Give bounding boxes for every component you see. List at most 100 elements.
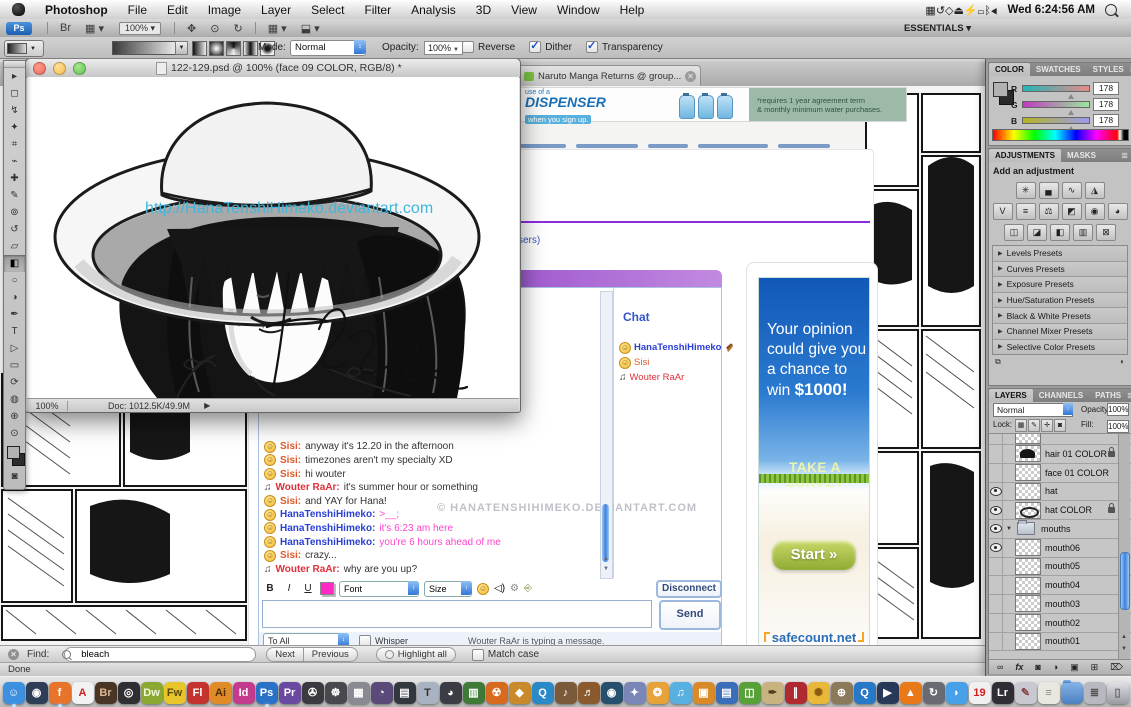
quick-mask-button[interactable]: ◙: [4, 468, 25, 485]
layer-row-mouth06[interactable]: mouth06: [989, 539, 1131, 558]
color-tab-swatches[interactable]: SWATCHES: [1030, 63, 1087, 76]
visibility-cell[interactable]: [989, 539, 1003, 557]
menu-3d[interactable]: 3D: [466, 3, 501, 17]
color-tab-color[interactable]: COLOR: [989, 63, 1030, 76]
layer-thumbnail[interactable]: [1015, 595, 1041, 612]
visibility-cell[interactable]: [989, 483, 1003, 501]
layers-tab-paths[interactable]: PATHS: [1089, 389, 1127, 402]
visibility-cell[interactable]: [989, 445, 1003, 463]
scroll-down-icon[interactable]: ▼: [1121, 646, 1127, 652]
type-tool[interactable]: T: [4, 323, 25, 340]
exit-room-icon[interactable]: ⎆: [524, 583, 532, 594]
layer-row-mouth04[interactable]: mouth04: [989, 576, 1131, 595]
brush-tool[interactable]: ✎: [4, 187, 25, 204]
layer-opacity-value[interactable]: 100%: [1107, 403, 1129, 416]
menu-view[interactable]: View: [501, 3, 547, 17]
arrange-documents-icon[interactable]: ▦ ▾: [268, 22, 287, 35]
find-previous-button[interactable]: Previous: [304, 647, 358, 662]
add-mask-icon[interactable]: ◙: [1035, 662, 1040, 672]
dock-sync-app[interactable]: ↻: [923, 682, 945, 704]
new-group-icon[interactable]: ▣: [1070, 662, 1079, 673]
nav-link[interactable]: [576, 144, 638, 148]
dock-vlc[interactable]: ▲: [900, 682, 922, 704]
chat-user-wouter-raar[interactable]: ♫Wouter RaAr: [619, 370, 735, 385]
zoom-level-select[interactable]: 100% ▾: [119, 22, 161, 35]
move-tool[interactable]: ▸: [4, 68, 25, 85]
dock-finder[interactable]: ☺: [3, 682, 25, 704]
channel-slider[interactable]: [1022, 101, 1090, 108]
dock-illustrator[interactable]: Ai: [210, 682, 232, 704]
menu-help[interactable]: Help: [610, 3, 655, 17]
dock-photoshop[interactable]: Ps: [256, 682, 278, 704]
send-button[interactable]: Send: [659, 600, 721, 630]
menu-window[interactable]: Window: [547, 3, 610, 17]
chat-user-sisi[interactable]: ☺Sisi: [619, 355, 735, 370]
dock-pages[interactable]: ✒: [762, 682, 784, 704]
dock-itunes[interactable]: ♫: [670, 682, 692, 704]
gradient-tool[interactable]: ◧: [4, 255, 25, 272]
hand-tool-icon[interactable]: ✥: [187, 22, 196, 35]
layer-row-hat[interactable]: hat: [989, 483, 1131, 502]
lasso-tool[interactable]: ↯: [4, 102, 25, 119]
brightness-contrast-icon[interactable]: ✳: [1016, 182, 1036, 199]
disconnect-button[interactable]: Disconnect: [656, 580, 722, 598]
gradient-preview[interactable]: [112, 41, 176, 55]
layers-tab-layers[interactable]: LAYERS: [989, 389, 1033, 402]
menu-image[interactable]: Image: [198, 3, 251, 17]
match-case-checkbox[interactable]: Match case: [472, 649, 539, 661]
channel-mixer-icon[interactable]: ◕: [1108, 203, 1128, 220]
dock-indesign[interactable]: Id: [233, 682, 255, 704]
visibility-cell[interactable]: [989, 633, 1003, 651]
eject-icon[interactable]: ⏏: [954, 5, 964, 17]
3d-rotate-tool[interactable]: ⟳: [4, 374, 25, 391]
dock-utility-app[interactable]: ◆: [509, 682, 531, 704]
radial-gradient-button[interactable]: [209, 41, 224, 56]
dock-keynote[interactable]: ▤: [716, 682, 738, 704]
browser-tab[interactable]: Naruto Manga Returns @ group... ✕: [515, 65, 701, 87]
channel-value[interactable]: 178: [1093, 98, 1119, 111]
dock-numbers[interactable]: ◫: [739, 682, 761, 704]
dock-fireworks[interactable]: Fw: [164, 682, 186, 704]
shape-tool[interactable]: ▭: [4, 357, 25, 374]
status-arrow-icon[interactable]: ▶: [204, 401, 210, 410]
start-survey-button[interactable]: Start »: [772, 540, 856, 570]
chat-scrollbar[interactable]: ▲ ▼: [600, 291, 613, 579]
adjustments-tab-adjustments[interactable]: ADJUSTMENTS: [989, 149, 1061, 162]
tool-preset-picker[interactable]: ▼: [4, 40, 44, 57]
spotlight-icon[interactable]: [1105, 4, 1117, 16]
volume-icon[interactable]: ◀: [991, 5, 998, 17]
eye-icon[interactable]: [990, 487, 1002, 496]
opacity-value[interactable]: 100%▼: [424, 41, 463, 55]
3d-orbit-tool[interactable]: ◍: [4, 391, 25, 408]
layer-row-mouths[interactable]: ▼mouths: [989, 520, 1131, 539]
photo-filter-icon[interactable]: ◉: [1085, 203, 1105, 220]
menu-clock[interactable]: Wed 6:24:56 AM: [1001, 4, 1101, 16]
layer-thumbnail[interactable]: [1015, 633, 1041, 650]
layer-row-face-01-color[interactable]: face 01 COLOR: [989, 464, 1131, 483]
layer-thumbnail[interactable]: [1015, 445, 1041, 462]
gradient-picker-arrow[interactable]: ▼: [175, 41, 188, 55]
dock-lightroom[interactable]: Lr: [992, 682, 1014, 704]
dock-garageband[interactable]: ♬: [578, 682, 600, 704]
dock-aperture[interactable]: ◎: [118, 682, 140, 704]
sound-button[interactable]: ◁): [494, 583, 505, 594]
dock-iphoto[interactable]: ❂: [647, 682, 669, 704]
layers-scrollbar[interactable]: ▲ ▼: [1118, 434, 1130, 659]
panel-menu-icon[interactable]: ≣: [1127, 389, 1131, 402]
dock-box-app[interactable]: ▣: [693, 682, 715, 704]
emoticon-button[interactable]: ☺: [477, 583, 489, 595]
dock-premiere[interactable]: Pr: [279, 682, 301, 704]
lock-position-icon[interactable]: ✛: [1041, 419, 1053, 432]
layers-tab-channels[interactable]: CHANNELS: [1033, 389, 1089, 402]
dock-film-app[interactable]: ▥: [463, 682, 485, 704]
delete-layer-icon[interactable]: ⌦: [1110, 662, 1123, 673]
lock-pixels-icon[interactable]: ✎: [1028, 419, 1040, 432]
tab-close-icon[interactable]: ✕: [685, 71, 696, 82]
dock-notes-app[interactable]: ≡: [1038, 682, 1060, 704]
whisper-checkbox[interactable]: Whisper: [359, 635, 408, 646]
marquee-tool[interactable]: ◻: [4, 85, 25, 102]
screen-mode-icon[interactable]: ⬓ ▾: [301, 22, 320, 35]
dither-checkbox[interactable]: Dither: [529, 41, 572, 53]
dodge-tool[interactable]: ◑: [4, 289, 25, 306]
visibility-cell[interactable]: [989, 464, 1003, 482]
